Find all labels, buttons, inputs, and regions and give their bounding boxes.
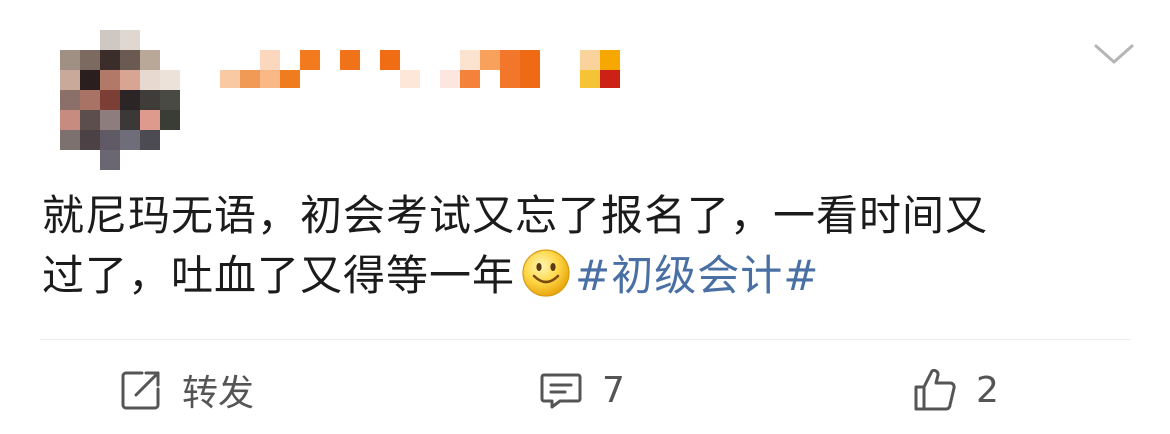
comment-count: 7 — [602, 369, 625, 411]
like-button[interactable]: 2 — [912, 366, 999, 414]
thumbs-up-icon — [912, 367, 958, 413]
comment-button[interactable]: 7 — [538, 366, 625, 414]
like-count: 2 — [976, 369, 999, 411]
post-text-line-1: 就尼玛无语，初会考试又忘了报名了，一看时间又 — [42, 191, 989, 240]
repost-label: 转发 — [182, 373, 255, 414]
post-text: 就尼玛无语，初会考试又忘了报名了，一看时间又 过了，吐血了又得等一年 #初级会计… — [42, 186, 1128, 306]
smile-emoji-icon — [521, 248, 571, 298]
post-text-line-2: 过了，吐血了又得等一年 #初级会计# — [42, 246, 1128, 306]
post-text-line-2-content: 过了，吐血了又得等一年 — [42, 251, 516, 300]
username-mosaic[interactable] — [220, 50, 620, 90]
avatar[interactable] — [60, 30, 180, 170]
comment-bubble-icon — [538, 367, 584, 413]
hashtag-link[interactable]: #初级会计# — [575, 251, 819, 300]
share-edit-icon — [118, 367, 164, 413]
chevron-down-icon[interactable] — [1092, 40, 1136, 68]
repost-button[interactable]: 转发 — [118, 366, 254, 414]
divider — [40, 339, 1130, 340]
